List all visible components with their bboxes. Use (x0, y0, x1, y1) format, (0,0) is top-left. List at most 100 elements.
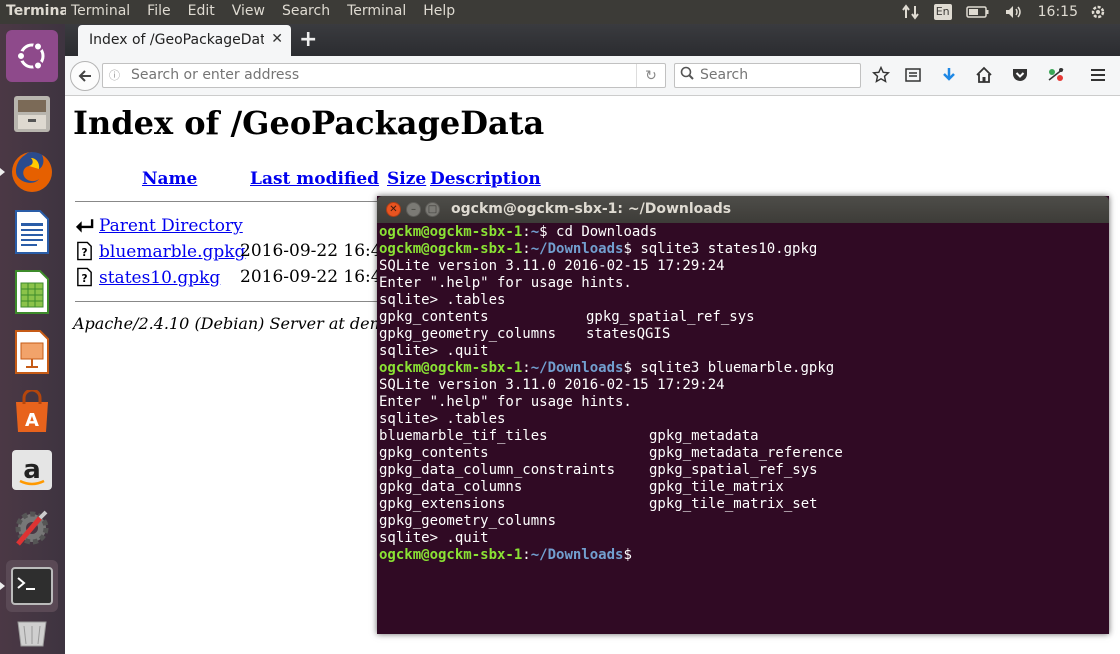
terminal-output[interactable]: ogckm@ogckm-sbx-1:~$ cd Downloads ogckm@o… (379, 224, 1107, 564)
terminal-line: Enter ".help" for usage hints. (379, 394, 1107, 411)
battery-icon[interactable] (965, 6, 990, 18)
tab-title: Index of /GeoPackageData (89, 32, 264, 48)
bookmark-star-icon[interactable] (870, 64, 892, 86)
terminal-titlebar[interactable]: ✕ – □ ogckm@ogckm-sbx-1: ~/Downloads (377, 196, 1109, 223)
column-header-size[interactable]: Size (387, 169, 426, 189)
table-name: gpkg_data_columns (379, 479, 523, 495)
prompt-dollar: $ (623, 360, 632, 376)
column-header-name[interactable]: Name (142, 169, 197, 189)
trash-icon[interactable] (6, 616, 58, 650)
downloads-icon[interactable] (938, 64, 960, 86)
ubuntu-dash-icon[interactable] (6, 30, 58, 82)
file-modified-date: 2016-09-22 16:41 (240, 241, 393, 261)
prompt-dollar: $ (539, 224, 548, 240)
software-center-icon[interactable]: A (6, 386, 58, 438)
keyboard-layout-indicator[interactable]: En (933, 4, 952, 20)
table-name: gpkg_metadata_reference (649, 445, 843, 461)
parent-directory-row: Parent Directory (75, 215, 243, 236)
terminal-line: ogckm@ogckm-sbx-1:~$ cd Downloads (379, 224, 1107, 241)
prompt-user: ogckm@ogckm-sbx-1 (379, 241, 523, 257)
network-icon[interactable] (901, 4, 920, 20)
nav-bar: ⓘ ↻ (65, 56, 1120, 96)
output-text: sqlite> .tables (379, 411, 506, 427)
info-icon[interactable]: ⓘ (109, 67, 120, 83)
terminal-line: ogckm@ogckm-sbx-1:~/Downloads$ (379, 547, 1107, 564)
terminal-line: sqlite> .tables (379, 292, 1107, 309)
table-name: gpkg_metadata (649, 428, 759, 444)
home-icon[interactable] (973, 64, 995, 86)
writer-icon[interactable] (6, 206, 58, 258)
table-name: gpkg_contents (379, 309, 489, 325)
address-bar[interactable]: ⓘ ↻ (102, 63, 666, 88)
terminal-line: bluemarble_tif_tiles gpkg_metadata (379, 428, 1107, 445)
parent-directory-link[interactable]: Parent Directory (99, 216, 243, 236)
terminal-line: gpkg_contents gpkg_spatial_ref_sys (379, 309, 1107, 326)
firefox-icon[interactable] (0, 146, 58, 198)
search-input[interactable] (698, 66, 852, 84)
amazon-icon[interactable]: a (6, 444, 58, 496)
command-text: cd Downloads (547, 224, 658, 240)
minimize-window-icon[interactable]: – (406, 202, 421, 217)
table-name: statesQGIS (586, 326, 671, 342)
terminal-line: sqlite> .quit (379, 530, 1107, 547)
clock[interactable]: 16:15 (1038, 4, 1078, 20)
prompt-path: ~/Downloads (530, 241, 624, 257)
calc-icon[interactable] (6, 266, 58, 318)
menu-file[interactable]: File (147, 3, 170, 19)
close-tab-icon[interactable]: ✕ (271, 31, 283, 47)
extension-icon[interactable] (1045, 64, 1067, 86)
column-header-last-modified[interactable]: Last modified (250, 169, 379, 189)
prompt-separator: : (522, 547, 531, 563)
top-panel: Terminal Terminal File Edit View Search … (0, 0, 1120, 24)
output-text: Enter ".help" for usage hints. (379, 394, 632, 410)
file-link-states10[interactable]: states10.gpkg (99, 268, 220, 288)
prompt-separator: : (522, 241, 531, 257)
table-name: gpkg_tile_matrix (649, 479, 784, 495)
terminal-line: gpkg_geometry_columns (379, 513, 1107, 530)
pocket-icon[interactable] (1009, 64, 1031, 86)
output-text: gpkg_geometry_columns (379, 513, 557, 529)
prompt-user: ogckm@ogckm-sbx-1 (379, 224, 523, 240)
menu-edit[interactable]: Edit (188, 3, 215, 19)
menu-search[interactable]: Search (282, 3, 330, 19)
close-window-icon[interactable]: ✕ (386, 202, 401, 217)
output-text: SQLite version 3.11.0 2016-02-15 17:29:2… (379, 258, 725, 274)
menu-terminal[interactable]: Terminal (71, 3, 130, 19)
file-row: ? states10.gpkg 2016-09-22 16:41 (75, 267, 392, 288)
back-button[interactable] (70, 61, 100, 91)
prompt-separator: : (522, 360, 531, 376)
volume-icon[interactable] (1004, 4, 1024, 20)
tab-geopackage-index[interactable]: Index of /GeoPackageData ✕ (78, 25, 291, 56)
prompt-path: ~/Downloads (530, 547, 624, 563)
power-gear-icon[interactable] (1090, 4, 1106, 20)
file-link-bluemarble[interactable]: bluemarble.gpkg (99, 242, 245, 262)
hamburger-menu-icon[interactable] (1087, 64, 1109, 86)
column-header-description[interactable]: Description (430, 169, 541, 189)
new-tab-icon[interactable]: + (299, 27, 317, 52)
system-settings-icon[interactable] (6, 502, 58, 554)
svg-text:a: a (23, 455, 41, 485)
address-input[interactable] (129, 66, 633, 84)
terminal-line: Enter ".help" for usage hints. (379, 275, 1107, 292)
search-box[interactable] (674, 63, 861, 88)
command-text: sqlite3 states10.gpkg (631, 241, 818, 257)
table-name: gpkg_geometry_columns (379, 326, 557, 342)
menu-help[interactable]: Help (423, 3, 455, 19)
prompt-user: ogckm@ogckm-sbx-1 (379, 547, 523, 563)
maximize-window-icon[interactable]: □ (425, 202, 440, 217)
terminal-line: gpkg_extensions gpkg_tile_matrix_set (379, 496, 1107, 513)
terminal-icon[interactable] (0, 560, 58, 612)
files-icon[interactable] (6, 88, 58, 140)
terminal-line: gpkg_data_column_constraints gpkg_spatial… (379, 462, 1107, 479)
tab-bar: Index of /GeoPackageData ✕ + (65, 24, 1120, 56)
menu-bar: Terminal File Edit View Search Terminal … (71, 3, 472, 19)
terminal-line: sqlite> .quit (379, 343, 1107, 360)
reload-icon[interactable]: ↻ (636, 64, 665, 87)
terminal-window[interactable]: ✕ – □ ogckm@ogckm-sbx-1: ~/Downloads ogc… (377, 196, 1109, 634)
impress-icon[interactable] (6, 326, 58, 378)
reading-list-icon[interactable] (902, 64, 924, 86)
menu-terminal-2[interactable]: Terminal (347, 3, 406, 19)
output-text: SQLite version 3.11.0 2016-02-15 17:29:2… (379, 377, 725, 393)
menu-view[interactable]: View (232, 3, 265, 19)
output-text: sqlite> .quit (379, 343, 489, 359)
